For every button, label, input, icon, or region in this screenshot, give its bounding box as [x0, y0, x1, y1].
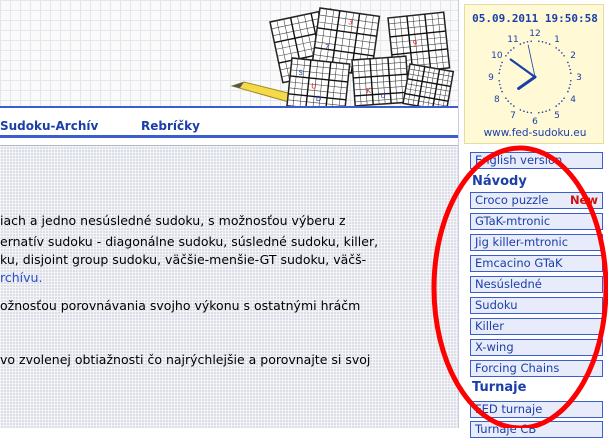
guide-killer[interactable]: Killer [470, 318, 603, 335]
clock-number: 1 [554, 35, 560, 45]
site-url[interactable]: www.fed-sudoku.eu [465, 127, 605, 139]
clock-number: 7 [510, 111, 516, 121]
guide-gtak-mtronic[interactable]: GTaK-mtronic [470, 213, 603, 230]
clock-tick [510, 49, 512, 51]
clock-tick [570, 72, 572, 74]
clock-tick [500, 65, 502, 67]
clock-tick [526, 41, 529, 43]
clock-tick [507, 100, 509, 102]
clock-tick [561, 100, 563, 102]
content-line: ku, disjoint group sudoku, väčšie-menšie… [0, 252, 367, 267]
main-content: iach a jedno nesúsledné sudoku, s možnos… [0, 145, 458, 428]
clock-tick [541, 111, 544, 113]
clock-tick [568, 87, 570, 89]
guide-emcacino-gtak[interactable]: Emcacino GTaK [470, 255, 603, 272]
clock-tick [548, 43, 551, 45]
clock-tick [555, 47, 557, 49]
clock-number: 2 [570, 51, 576, 61]
clock-hour-hand [517, 75, 537, 90]
clock-tick [523, 42, 525, 44]
svg-text:U: U [311, 82, 317, 90]
guides-heading: Návody [472, 174, 527, 189]
nav-rankings-link[interactable]: Rebríčky [141, 119, 200, 133]
clock-tick [548, 109, 551, 111]
content-line: vo zvolenej obtiažnosti čo najrýchlejšie… [0, 352, 371, 367]
sudoku-grids-logo: 3 7 9 S U D K U [230, 7, 455, 106]
guide-forcing-chains[interactable]: Forcing Chains [470, 360, 603, 377]
clock-tick [558, 49, 560, 51]
clock-tick [530, 40, 532, 42]
english-version-button[interactable]: English version [470, 152, 603, 169]
tournament-fed[interactable]: FED turnaje [470, 401, 603, 418]
clock-tick [563, 97, 565, 99]
clock-tick [541, 41, 544, 43]
svg-text:U: U [380, 92, 386, 100]
tournaments-heading: Turnaje [472, 380, 527, 395]
clock-tick [507, 52, 509, 54]
guide-label: Croco puzzle [475, 193, 549, 207]
tournament-cb[interactable]: Turnaje CB [470, 421, 603, 438]
clock-tick [568, 65, 570, 67]
new-badge: New [569, 193, 598, 207]
clock-tick [569, 68, 571, 71]
clock-number: 4 [570, 95, 576, 105]
clock-tick [499, 83, 501, 86]
clock-tick [567, 61, 569, 64]
content-line: ernatív sudoku - diagonálne sudoku, súsl… [0, 234, 379, 249]
clock-tick [501, 61, 503, 64]
archive-link[interactable]: rchívu. [0, 270, 42, 285]
clock-number: 12 [529, 29, 540, 39]
clock-widget: 05.09.2011 19:50:58 12 1 2 3 4 5 6 7 8 9 10 11 www.… [464, 4, 604, 144]
svg-text:9: 9 [412, 39, 417, 47]
clock-number: 9 [488, 73, 494, 83]
clock-tick [523, 110, 525, 112]
clock-tick [499, 68, 501, 71]
clock-number: 8 [494, 95, 500, 105]
clock-tick [545, 110, 547, 112]
clock-tick [561, 52, 563, 54]
clock-number: 5 [554, 111, 560, 121]
clock-tick [519, 43, 522, 45]
clock-number: 11 [507, 35, 518, 45]
clock-tick [558, 103, 560, 105]
clock-tick [513, 105, 515, 107]
clock-tick [538, 40, 540, 42]
main-nav: Sudoku-Archív Rebríčky [0, 110, 458, 138]
clock-tick [498, 80, 500, 82]
guide-jig-killer-mtronic[interactable]: Jig killer-mtronic [470, 234, 603, 251]
guide-croco-puzzle[interactable]: Croco puzzle New [470, 192, 603, 209]
clock-tick [519, 109, 522, 111]
clock-tick [567, 90, 569, 93]
clock-tick [505, 55, 507, 57]
analog-clock-icon: 12 12 3 45 6 78 9 10 11 [488, 29, 582, 125]
guide-x-wing[interactable]: X-wing [470, 339, 603, 356]
clock-tick [563, 55, 565, 57]
clock-tick [569, 83, 571, 86]
clock-tick [538, 112, 540, 114]
content-line: iach a jedno nesúsledné sudoku, s možnos… [0, 213, 346, 228]
clock-tick [510, 103, 512, 105]
header-banner: 3 7 9 S U D K U [0, 0, 458, 108]
clock-datetime: 05.09.2011 19:50:58 [472, 12, 598, 25]
clock-tick [500, 87, 502, 89]
clock-tick [555, 105, 557, 107]
clock-number: 6 [532, 117, 538, 125]
clock-minute-hand [509, 58, 537, 79]
clock-tick [501, 90, 503, 93]
clock-tick [498, 72, 500, 74]
clock-tick [570, 80, 572, 82]
clock-number: 3 [576, 73, 582, 83]
clock-number: 10 [491, 51, 503, 61]
clock-tick [530, 112, 532, 114]
clock-tick [513, 47, 515, 49]
nav-archive-link[interactable]: Sudoku-Archív [0, 119, 98, 133]
guide-sudoku[interactable]: Sudoku [470, 297, 603, 314]
clock-tick [545, 42, 547, 44]
content-line: ožnosťou porovnávania svojho výkonu s os… [0, 298, 361, 313]
clock-tick [505, 97, 507, 99]
clock-tick [526, 111, 529, 113]
sidebar: 05.09.2011 19:50:58 12 1 2 3 4 5 6 7 8 9 10 11 www.… [458, 0, 608, 438]
svg-text:D: D [315, 95, 321, 104]
guide-nesusledne[interactable]: Nesúsledné [470, 276, 603, 293]
